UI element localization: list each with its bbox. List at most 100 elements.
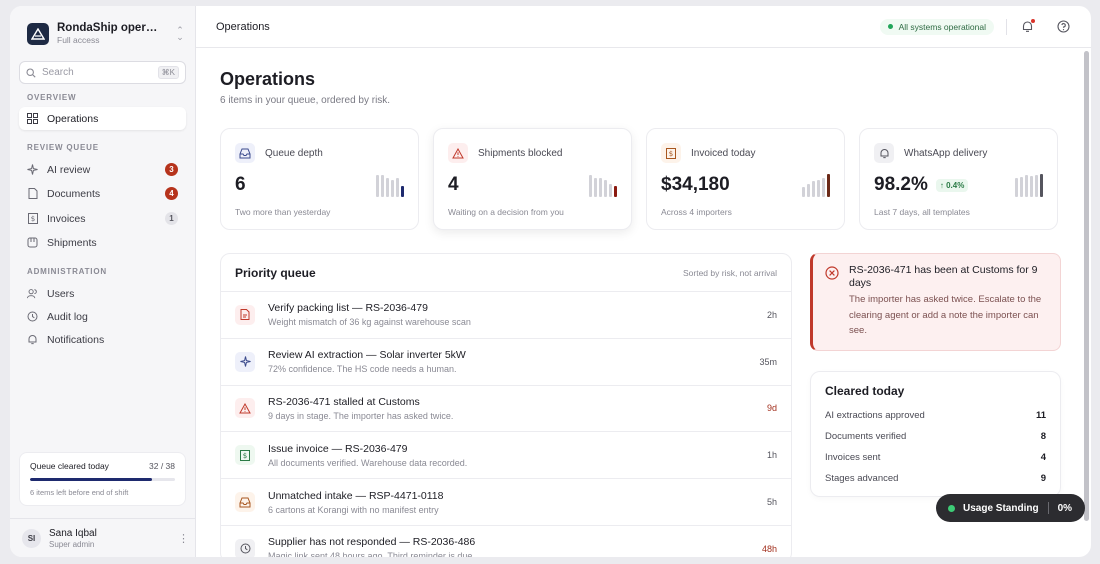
more-vertical-icon[interactable]: ⋮ [178,532,189,545]
sparkline-bar [1035,174,1038,197]
row-age: 9d [766,403,777,414]
workspace-name: RondaShip operations [57,22,159,34]
user-profile[interactable]: SI Sana Iqbal Super admin ⋮ [10,518,196,557]
stat-card-whatsapp-delivery[interactable]: WhatsApp delivery 98.2% ↑ 0.4% Last 7 da… [859,128,1058,230]
sparkline-bar [807,183,810,197]
stat-label: Invoiced today [691,147,756,159]
list-item: AI extractions approved 11 [825,405,1046,426]
table-row[interactable]: Supplier has not responded — RS-2036-486… [221,526,791,557]
help-button[interactable] [1055,19,1071,35]
stat-footnote: Last 7 days, all templates [874,207,970,217]
sparkline-bar [396,177,399,197]
search-input[interactable]: Search ⌘K [19,61,186,84]
sparkline-bar [1040,174,1043,197]
row-title: Review AI extraction — Solar inverter 5k… [268,349,466,362]
sparkline [376,173,404,197]
clock-icon [235,538,255,557]
priority-queue: Priority queue Sorted by risk, not arriv… [220,253,792,557]
invoice-icon: $ [235,445,255,466]
inbox-icon [235,492,255,513]
sparkline-bar [391,180,394,197]
row-subtitle: Weight mismatch of 36 kg against warehou… [268,317,471,328]
customs-alert[interactable]: RS-2036-471 has been at Customs for 9 da… [810,253,1061,351]
table-row[interactable]: $ Issue invoice — RS-2036-479 All docume… [221,432,791,480]
sparkline-bar [1025,175,1028,197]
alert-title: RS-2036-471 has been at Customs for 9 da… [849,264,1038,289]
workspace-logo-icon [27,22,49,45]
user-name: Sana Iqbal [49,527,97,539]
stat-card-invoiced-today[interactable]: $ Invoiced today $34,180 Across 4 import… [646,128,845,230]
package-icon [27,237,38,248]
toast-divider [1047,502,1049,514]
notifications-button[interactable] [1019,18,1035,35]
section-administration: ADMINISTRATION [27,267,107,276]
usage-standing-toast[interactable]: Usage Standing 0% [936,494,1085,522]
inbox-icon [235,143,255,163]
sparkline-bar [812,181,815,197]
stat-value: $34,180 [661,174,730,195]
sidebar-item-notifications[interactable]: Notifications [19,328,186,351]
row-age: 1h [766,450,777,461]
svg-text:$: $ [243,452,247,460]
scrollbar[interactable] [1084,51,1089,521]
help-circle-icon [1056,20,1070,33]
sidebar-item-audit-log[interactable]: Audit log [19,305,186,328]
stat-card-shipments-blocked[interactable]: Shipments blocked 4 Waiting on a decisio… [433,128,632,230]
sparkline-bar [386,177,389,197]
sparkline-bar [1030,175,1033,197]
sparkline-bar [604,180,607,197]
user-role: Super admin [49,539,95,549]
sparkline-bar [1020,176,1023,197]
row-age: 2h [766,309,777,320]
topbar-divider [1006,18,1007,35]
grid-icon [27,113,38,124]
sidebar-item-users[interactable]: Users [19,282,186,305]
page-subtitle: 6 items in your queue, ordered by risk. [220,95,391,106]
delta-badge: ↑ 0.4% [935,178,969,192]
sidebar-item-label: AI review [47,163,91,176]
sparkline-bar [609,183,612,197]
table-row[interactable]: Review AI extraction — Solar inverter 5k… [221,339,791,386]
app-window: RondaShip operations Full access ⌃⌄ Sear… [10,6,1091,557]
sparkline [589,173,617,197]
sparkle-icon [27,164,38,175]
invoice-icon: $ [661,143,681,163]
workspace-switcher[interactable]: RondaShip operations Full access ⌃⌄ [27,22,187,45]
table-row[interactable]: RS-2036-471 stalled at Customs 9 days in… [221,386,791,433]
metric-label: Stages advanced [825,473,899,484]
stat-card-queue-depth[interactable]: Queue depth 6 Two more than yesterday [220,128,419,230]
sidebar-item-ai-review[interactable]: AI review 3 [19,158,186,181]
count-badge: 3 [165,163,178,176]
document-icon [235,304,255,325]
sidebar-item-operations[interactable]: Operations [19,107,186,130]
warning-icon [448,143,468,163]
history-icon [27,311,38,322]
row-title: RS-2036-471 stalled at Customs [268,395,420,408]
priority-queue-title: Priority queue [235,265,316,280]
search-icon [26,67,36,78]
row-title: Supplier has not responded — RS-2036-486 [268,536,476,549]
stat-footnote: Waiting on a decision from you [448,207,564,217]
progress-bar [30,478,175,481]
sidebar-item-shipments[interactable]: Shipments [19,231,186,254]
row-age: 48h [761,543,777,554]
metric-label: Invoices sent [825,452,881,463]
table-row[interactable]: Verify packing list — RS-2036-479 Weight… [221,292,791,339]
sidebar-item-invoices[interactable]: $ Invoices 1 [19,207,186,230]
warning-icon [235,398,255,419]
stat-label: Queue depth [265,147,323,159]
table-row[interactable]: Unmatched intake — RSP-4471-0118 6 carto… [221,479,791,526]
invoice-icon: $ [27,213,38,224]
row-subtitle: 9 days in stage. The importer has asked … [268,410,454,421]
sparkline [802,173,830,197]
sidebar-item-label: Invoices [47,212,86,225]
sparkline-bar [1015,177,1018,197]
queue-progress-card: Queue cleared today 32 / 38 6 items left… [19,452,186,506]
progress-count: 32 / 38 [149,461,175,471]
sparkline-bar [827,174,830,197]
sidebar-item-documents[interactable]: Documents 4 [19,182,186,205]
row-age: 35m [759,356,777,367]
document-icon [27,188,38,199]
search-placeholder: Search [42,67,74,78]
metric-label: AI extractions approved [825,410,925,421]
